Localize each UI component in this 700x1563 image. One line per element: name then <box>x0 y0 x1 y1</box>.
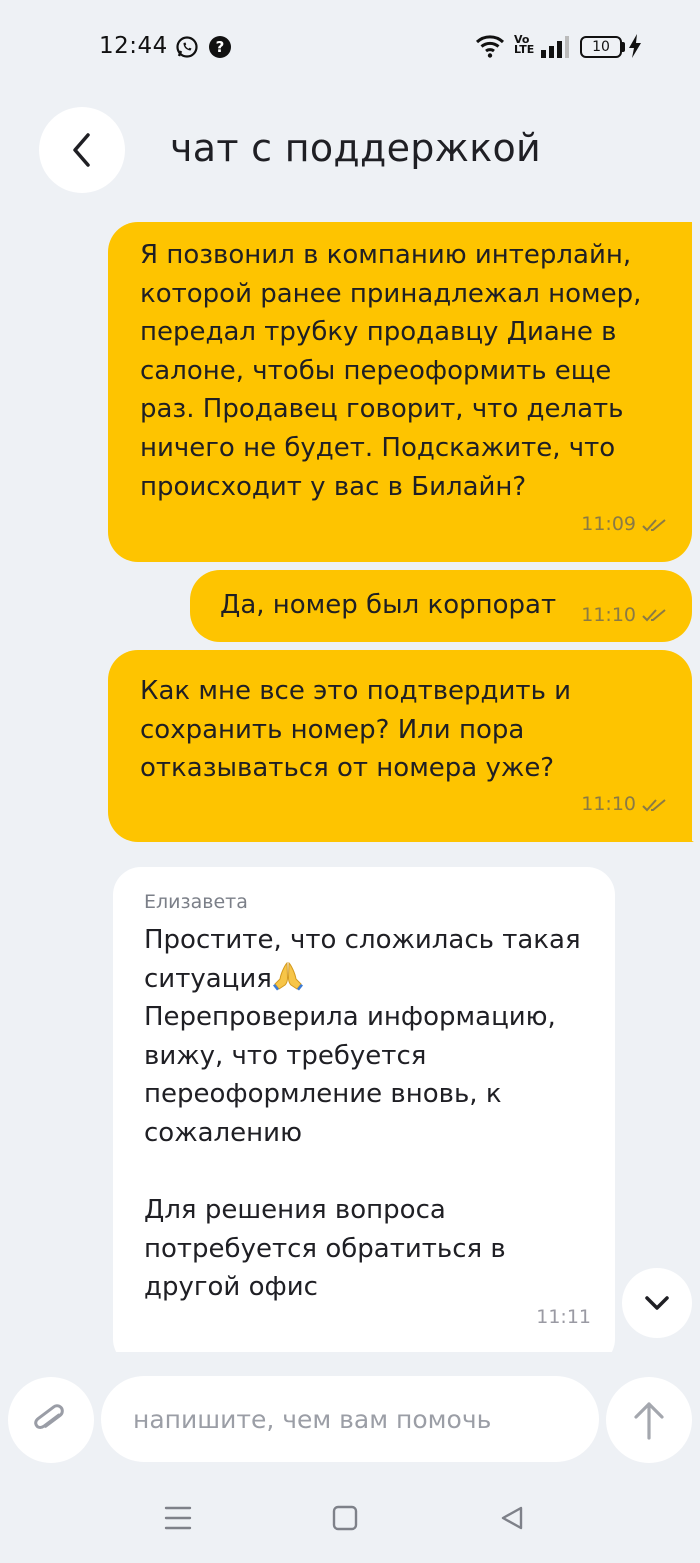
help-icon: ? <box>209 36 231 58</box>
bubble-tail <box>672 812 694 842</box>
signal-icon <box>541 36 569 58</box>
message-list[interactable]: Я позвонил в компанию интерлайн, которой… <box>0 222 700 1352</box>
battery-tip <box>622 42 625 52</box>
menu-icon <box>164 1506 192 1530</box>
incoming-message[interactable]: Елизавета Простите, что сложилась такая … <box>113 867 615 1352</box>
message-time: 11:10 <box>581 604 636 626</box>
whatsapp-icon <box>176 36 198 58</box>
message-time: 11:11 <box>536 1306 591 1329</box>
message-time: 11:09 <box>581 513 636 536</box>
attach-button[interactable] <box>8 1377 94 1463</box>
charging-icon <box>629 34 641 58</box>
message-text-part: Перепроверила информацию, вижу, что треб… <box>144 1002 556 1303</box>
folded-hands-emoji <box>272 961 303 991</box>
sender-name: Елизавета <box>144 891 248 913</box>
double-check-icon <box>642 609 666 622</box>
home-icon <box>332 1505 358 1531</box>
home-button[interactable] <box>325 1498 365 1538</box>
chevron-left-icon <box>73 133 90 167</box>
paperclip-icon <box>34 1404 64 1429</box>
system-nav-bar <box>0 1478 700 1563</box>
outgoing-message[interactable]: Я позвонил в компанию интерлайн, которой… <box>108 222 692 562</box>
status-time: 12:44 <box>99 33 168 59</box>
back-button[interactable] <box>39 107 125 193</box>
back-triangle-icon <box>501 1506 523 1530</box>
outgoing-message[interactable]: Как мне все это подтвердить и сохранить … <box>108 650 692 842</box>
battery-icon: 10 <box>580 36 622 58</box>
recent-apps-button[interactable] <box>158 1498 198 1538</box>
scroll-down-button[interactable] <box>622 1268 692 1338</box>
message-text: Простите, что сложилась такая ситуация П… <box>144 921 595 1307</box>
volte-icon: Vo LTE <box>514 33 535 56</box>
message-input[interactable] <box>101 1376 599 1462</box>
message-meta: 11:10 <box>581 785 668 824</box>
system-back-button[interactable] <box>492 1498 532 1538</box>
message-meta: 11:10 <box>581 596 668 635</box>
message-text-part: Простите, что сложилась такая ситуация <box>144 925 581 994</box>
page-title: чат с поддержкой <box>170 126 541 170</box>
message-meta: 11:09 <box>581 505 668 544</box>
status-bar: 12:44 ? Vo LTE 10 <box>0 0 700 92</box>
wifi-icon <box>475 35 505 58</box>
double-check-icon <box>642 518 666 532</box>
message-time: 11:10 <box>581 793 636 816</box>
chevron-down-icon <box>645 1296 669 1310</box>
send-button[interactable] <box>606 1377 692 1463</box>
double-check-icon <box>642 798 666 812</box>
arrow-up-icon <box>634 1402 664 1440</box>
message-text: Как мне все это подтвердить и сохранить … <box>140 676 572 784</box>
outgoing-message[interactable]: Да, номер был корпорат 11:10 <box>190 570 692 642</box>
message-text: Я позвонил в компанию интерлайн, которой… <box>140 240 642 502</box>
message-meta: 11:11 <box>536 1298 591 1337</box>
